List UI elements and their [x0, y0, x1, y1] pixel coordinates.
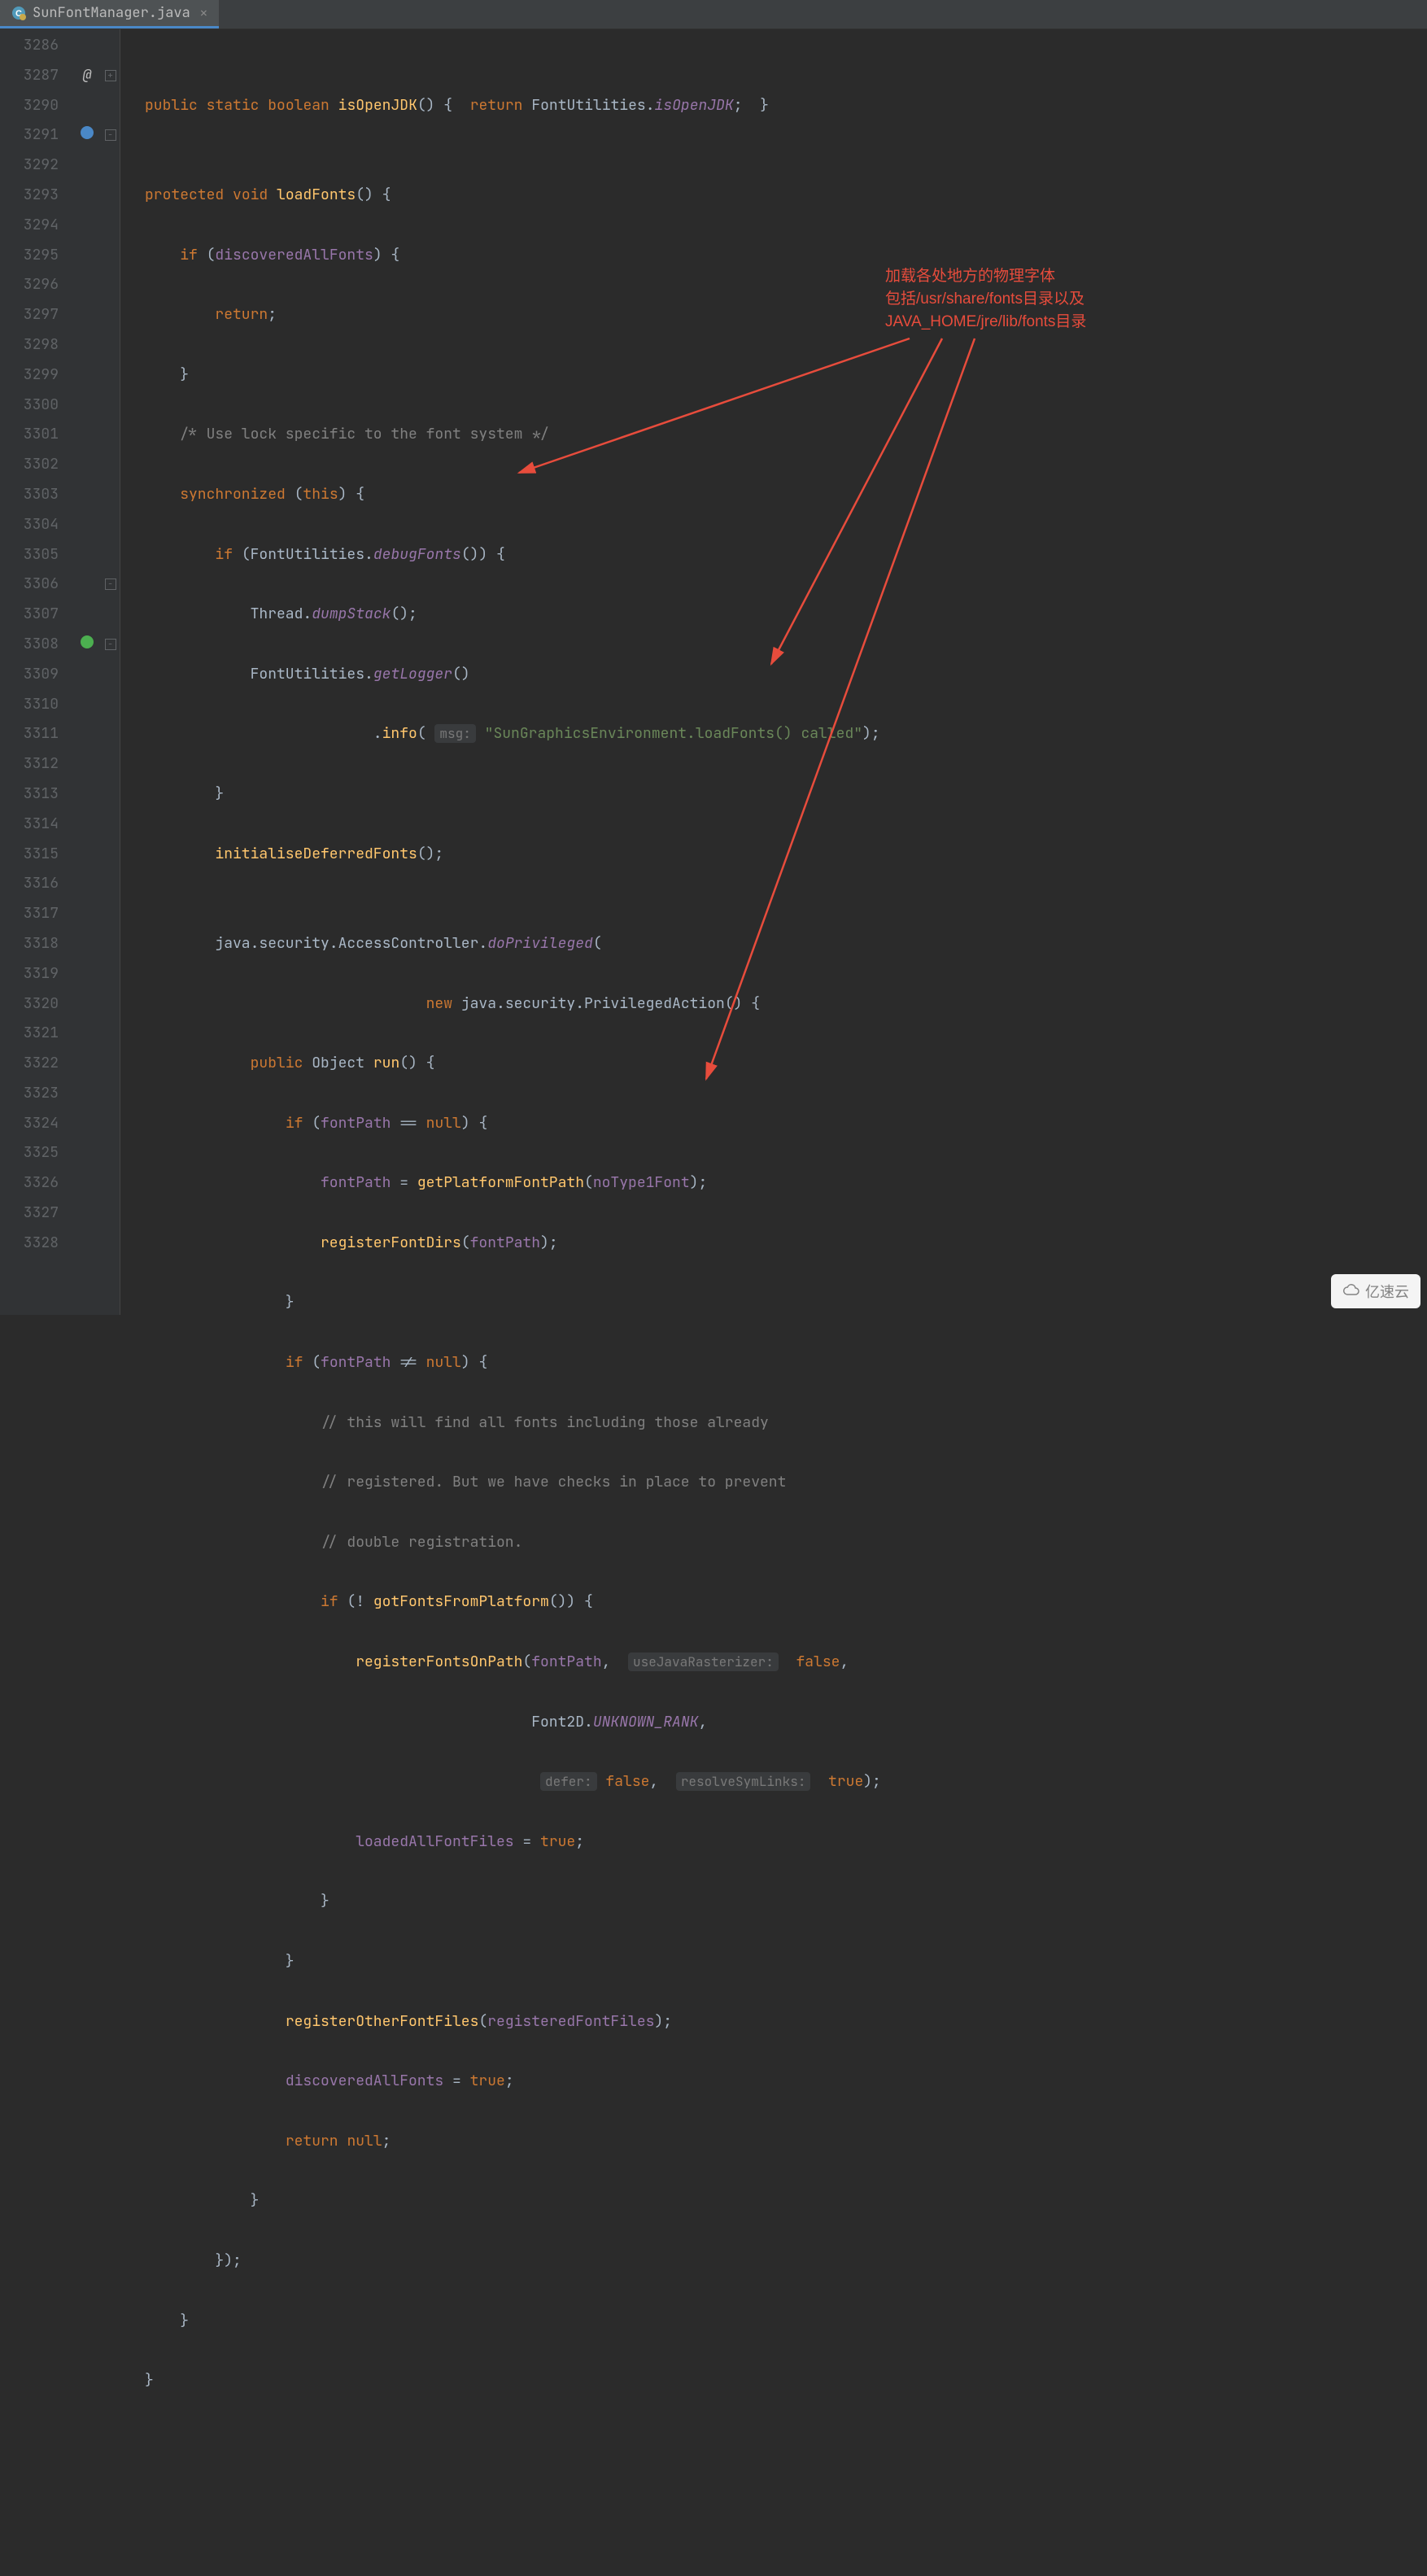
line-number: 3325 [15, 1138, 59, 1168]
fold-gutter: + − − − [101, 29, 120, 1315]
fold-collapse-icon[interactable]: − [105, 639, 116, 650]
line-number: 3309 [15, 660, 59, 690]
line-number: 3300 [15, 391, 59, 421]
line-number: 3315 [15, 840, 59, 870]
code-line: } [145, 1288, 1427, 1318]
line-number: 3316 [15, 869, 59, 899]
code-line: if (fontPath != null) { [145, 1348, 1427, 1378]
code-line: if (! gotFontsFromPlatform()) { [145, 1587, 1427, 1618]
code-line: Font2D.UNKNOWN_RANK, [145, 1708, 1427, 1738]
line-number: 3326 [15, 1168, 59, 1198]
line-number: 3320 [15, 989, 59, 1019]
line-number: 3308 [15, 630, 59, 660]
code-line: }); [145, 2246, 1427, 2277]
line-number: 3302 [15, 450, 59, 480]
line-number: 3327 [15, 1198, 59, 1229]
java-class-icon: C [11, 6, 26, 20]
code-line: defer: false, resolveSymLinks: true); [145, 1767, 1427, 1797]
close-icon[interactable]: ✕ [200, 5, 207, 21]
code-line: fontPath = getPlatformFontPath(noType1Fo… [145, 1168, 1427, 1198]
line-number: 3290 [15, 91, 59, 121]
code-line: } [145, 2186, 1427, 2216]
line-number: 3317 [15, 899, 59, 929]
code-line: return null; [145, 2127, 1427, 2157]
line-number: 3323 [15, 1079, 59, 1109]
line-number: 3328 [15, 1229, 59, 1259]
line-number: 3307 [15, 600, 59, 630]
code-area[interactable]: public static boolean isOpenJDK() { retu… [120, 29, 1427, 1315]
line-number: 3292 [15, 151, 59, 181]
code-line: discoveredAllFonts = true; [145, 2067, 1427, 2097]
line-number: 3303 [15, 480, 59, 510]
code-line: } [145, 1887, 1427, 1917]
line-number: 3299 [15, 360, 59, 391]
line-number: 3295 [15, 241, 59, 271]
code-line: } [145, 2307, 1427, 2337]
code-line: registerFontsOnPath(fontPath, useJavaRas… [145, 1648, 1427, 1678]
annotation-marker-icon: @ [83, 66, 92, 85]
line-number: 3313 [15, 779, 59, 810]
tab-filename: SunFontManager.java [33, 4, 190, 22]
line-number: 3319 [15, 959, 59, 989]
code-editor[interactable]: 3286328732903291329232933294329532963297… [0, 29, 1427, 1315]
line-number: 3298 [15, 330, 59, 360]
line-number: 3301 [15, 420, 59, 450]
fold-collapse-icon[interactable]: − [105, 129, 116, 141]
implements-icon[interactable] [81, 126, 94, 139]
line-number: 3321 [15, 1019, 59, 1049]
annotation-arrows [120, 29, 1259, 1168]
line-number: 3324 [15, 1109, 59, 1139]
line-number: 3287 [15, 61, 59, 91]
code-line: // double registration. [145, 1528, 1427, 1558]
code-line: loadedAllFontFiles = true; [145, 1827, 1427, 1858]
code-line: } [145, 2366, 1427, 2396]
icon-gutter: @ [73, 29, 101, 1315]
line-number: 3314 [15, 810, 59, 840]
line-number: 3318 [15, 929, 59, 959]
fold-expand-icon[interactable]: + [105, 70, 116, 81]
code-line: } [145, 1947, 1427, 1977]
line-number: 3294 [15, 211, 59, 241]
line-number: 3296 [15, 270, 59, 300]
file-tab[interactable]: C SunFontManager.java ✕ [0, 0, 219, 28]
cloud-icon [1342, 1283, 1360, 1300]
code-line: registerOtherFontFiles(registeredFontFil… [145, 2007, 1427, 2037]
line-number: 3297 [15, 300, 59, 330]
line-number: 3322 [15, 1049, 59, 1079]
code-line: // registered. But we have checks in pla… [145, 1468, 1427, 1498]
override-icon[interactable] [81, 635, 94, 648]
line-number: 3305 [15, 540, 59, 570]
line-number: 3304 [15, 510, 59, 540]
line-number: 3306 [15, 570, 59, 600]
code-line: // this will find all fonts including th… [145, 1408, 1427, 1439]
watermark: 亿速云 [1331, 1274, 1420, 1308]
code-line: registerFontDirs(fontPath); [145, 1229, 1427, 1259]
line-number: 3293 [15, 181, 59, 211]
line-number: 3310 [15, 690, 59, 720]
line-number: 3312 [15, 749, 59, 779]
line-number: 3291 [15, 120, 59, 151]
line-number: 3311 [15, 719, 59, 749]
line-number: 3286 [15, 31, 59, 61]
line-number-gutter: 3286328732903291329232933294329532963297… [0, 29, 73, 1315]
tab-bar: C SunFontManager.java ✕ [0, 0, 1427, 29]
fold-collapse-icon[interactable]: − [105, 579, 116, 590]
